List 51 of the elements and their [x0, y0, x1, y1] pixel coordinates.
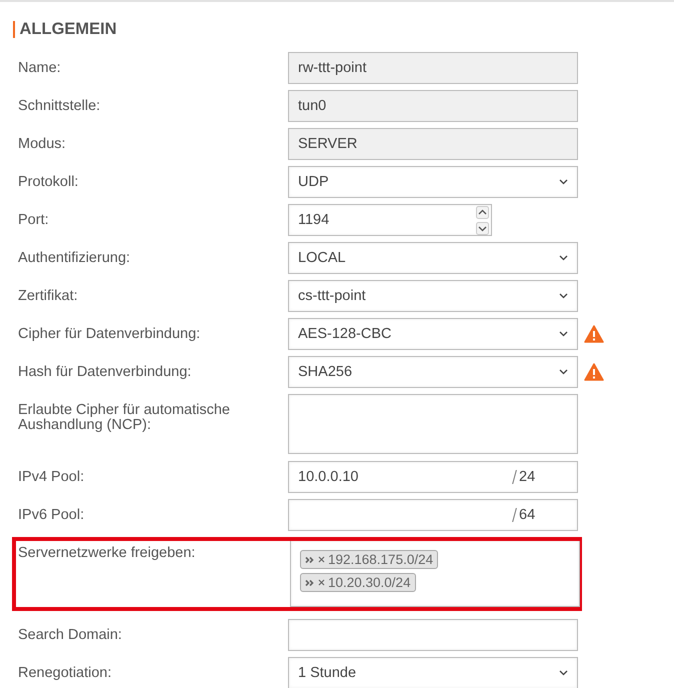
tag-field[interactable]: 192.168.175.0/24 10.20.30.0/24	[290, 541, 580, 607]
pool-field[interactable]: 10.0.0.10 24	[288, 461, 578, 493]
field-label: Cipher für Datenverbindung:	[18, 326, 202, 342]
field-label: Servernetzwerke freigeben:	[18, 544, 196, 561]
chevron-down-icon	[559, 255, 568, 261]
select-field[interactable]: UDP	[288, 166, 578, 198]
field-label: Schnittstelle:	[18, 98, 102, 114]
readonly-field: rw-ttt-point	[288, 52, 578, 84]
prefix-length: 64	[519, 507, 536, 523]
field-label: Hash für Datenverbindung:	[18, 364, 192, 380]
chevron-down-icon	[559, 369, 568, 375]
field-label: IPv6 Pool:	[18, 507, 86, 523]
field-label: Name:	[18, 60, 62, 76]
pool-field[interactable]: 64	[288, 499, 578, 531]
select-field[interactable]: cs-ttt-point	[288, 280, 578, 312]
pool-address: 10.0.0.10	[298, 469, 360, 485]
section-title: ALLGEMEIN	[20, 20, 117, 38]
textarea-field[interactable]	[288, 394, 578, 454]
slash-icon	[512, 470, 517, 484]
field-label: Zertifikat:	[18, 288, 79, 304]
chevron-down-icon	[559, 331, 568, 337]
field-label: Erlaubte Cipher für automatische Aushandlung (NCP):	[18, 401, 231, 434]
select-field[interactable]: LOCAL	[288, 242, 578, 274]
drag-icon	[305, 578, 315, 586]
field-label: Modus:	[18, 136, 67, 152]
decrement-icon[interactable]	[476, 222, 489, 234]
select-field[interactable]: AES-128-CBC	[288, 318, 578, 350]
remove-icon[interactable]	[318, 579, 325, 586]
text-field[interactable]	[288, 619, 578, 651]
network-tag[interactable]: 192.168.175.0/24	[300, 550, 438, 569]
field-label: Protokoll:	[18, 174, 80, 190]
readonly-field: tun0	[288, 90, 578, 122]
number-field[interactable]: 1194	[288, 204, 492, 236]
field-label: Search Domain:	[18, 627, 123, 643]
field-label: IPv4 Pool:	[18, 469, 86, 485]
title-accent	[13, 20, 14, 38]
readonly-field: SERVER	[288, 128, 578, 160]
field-label: Authentifizierung:	[18, 250, 132, 266]
select-field[interactable]: 1 Stunde	[288, 657, 578, 688]
chevron-down-icon	[559, 293, 568, 299]
chevron-down-icon	[559, 179, 568, 185]
slash-icon	[512, 508, 517, 522]
field-label: Renegotiation:	[18, 665, 113, 681]
field-label: Port:	[18, 212, 50, 228]
increment-icon[interactable]	[476, 206, 489, 218]
prefix-length: 24	[519, 469, 536, 485]
select-field[interactable]: SHA256	[288, 356, 578, 388]
drag-icon	[305, 556, 315, 564]
chevron-down-icon	[559, 670, 568, 676]
remove-icon[interactable]	[318, 556, 325, 563]
network-tag[interactable]: 10.20.30.0/24	[300, 573, 416, 592]
